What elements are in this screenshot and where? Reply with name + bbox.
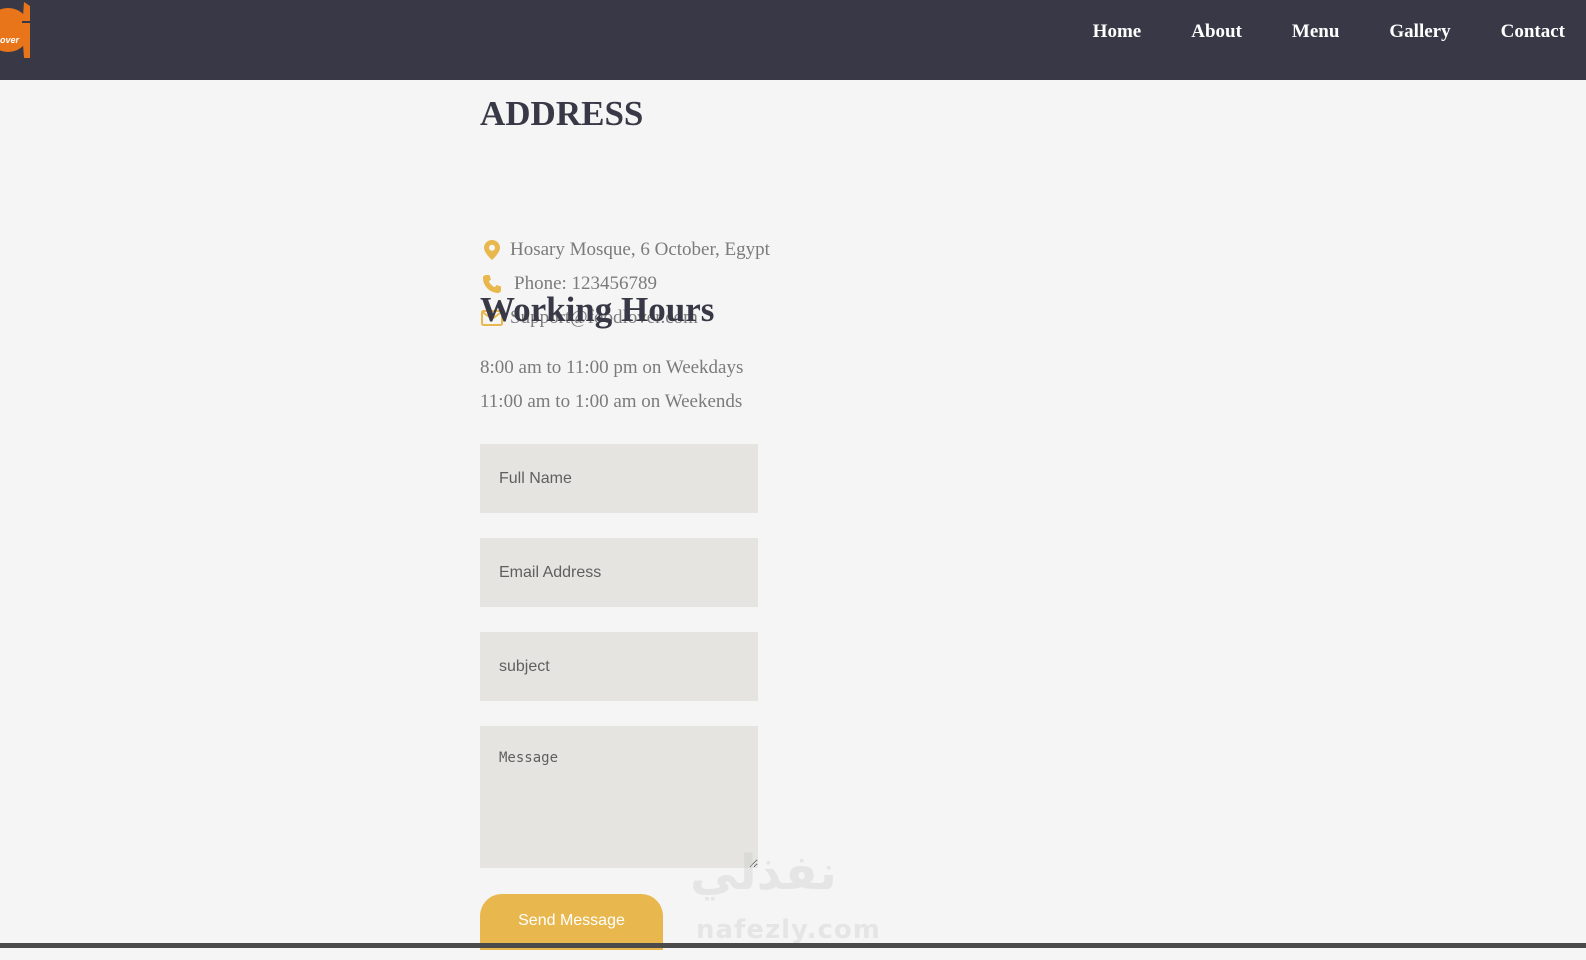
main-nav: Home About Menu Gallery Contact — [1045, 0, 1586, 64]
address-location: Hosary Mosque, 6 October, Egypt — [510, 239, 770, 260]
nav-home[interactable]: Home — [1093, 21, 1142, 43]
nav-gallery[interactable]: Gallery — [1389, 21, 1450, 43]
subject-input[interactable] — [480, 632, 758, 701]
message-textarea[interactable] — [480, 726, 758, 868]
email-input[interactable] — [480, 538, 758, 607]
navbar: over Home About Menu Gallery Contact — [0, 0, 1586, 80]
watermark-latin: nafezly.com — [696, 915, 881, 945]
address-location-row: Hosary Mosque, 6 October, Egypt — [480, 238, 770, 262]
nav-menu[interactable]: Menu — [1292, 21, 1340, 43]
full-name-input[interactable] — [480, 444, 758, 513]
weekend-hours: 11:00 am to 1:00 am on Weekends — [480, 391, 743, 412]
nav-about[interactable]: About — [1191, 21, 1242, 43]
working-hours-title: Working Hours — [480, 290, 715, 329]
address-title: ADDRESS — [480, 94, 644, 133]
map-pin-icon — [480, 238, 504, 262]
nav-contact[interactable]: Contact — [1501, 21, 1565, 43]
logo-text: over — [0, 35, 20, 45]
bottom-edge-bar — [0, 943, 1586, 948]
weekday-hours: 8:00 am to 11:00 pm on Weekdays — [480, 357, 744, 378]
logo-icon — [0, 2, 30, 58]
send-message-button[interactable]: Send Message — [480, 894, 663, 950]
logo[interactable]: over — [0, 0, 32, 60]
